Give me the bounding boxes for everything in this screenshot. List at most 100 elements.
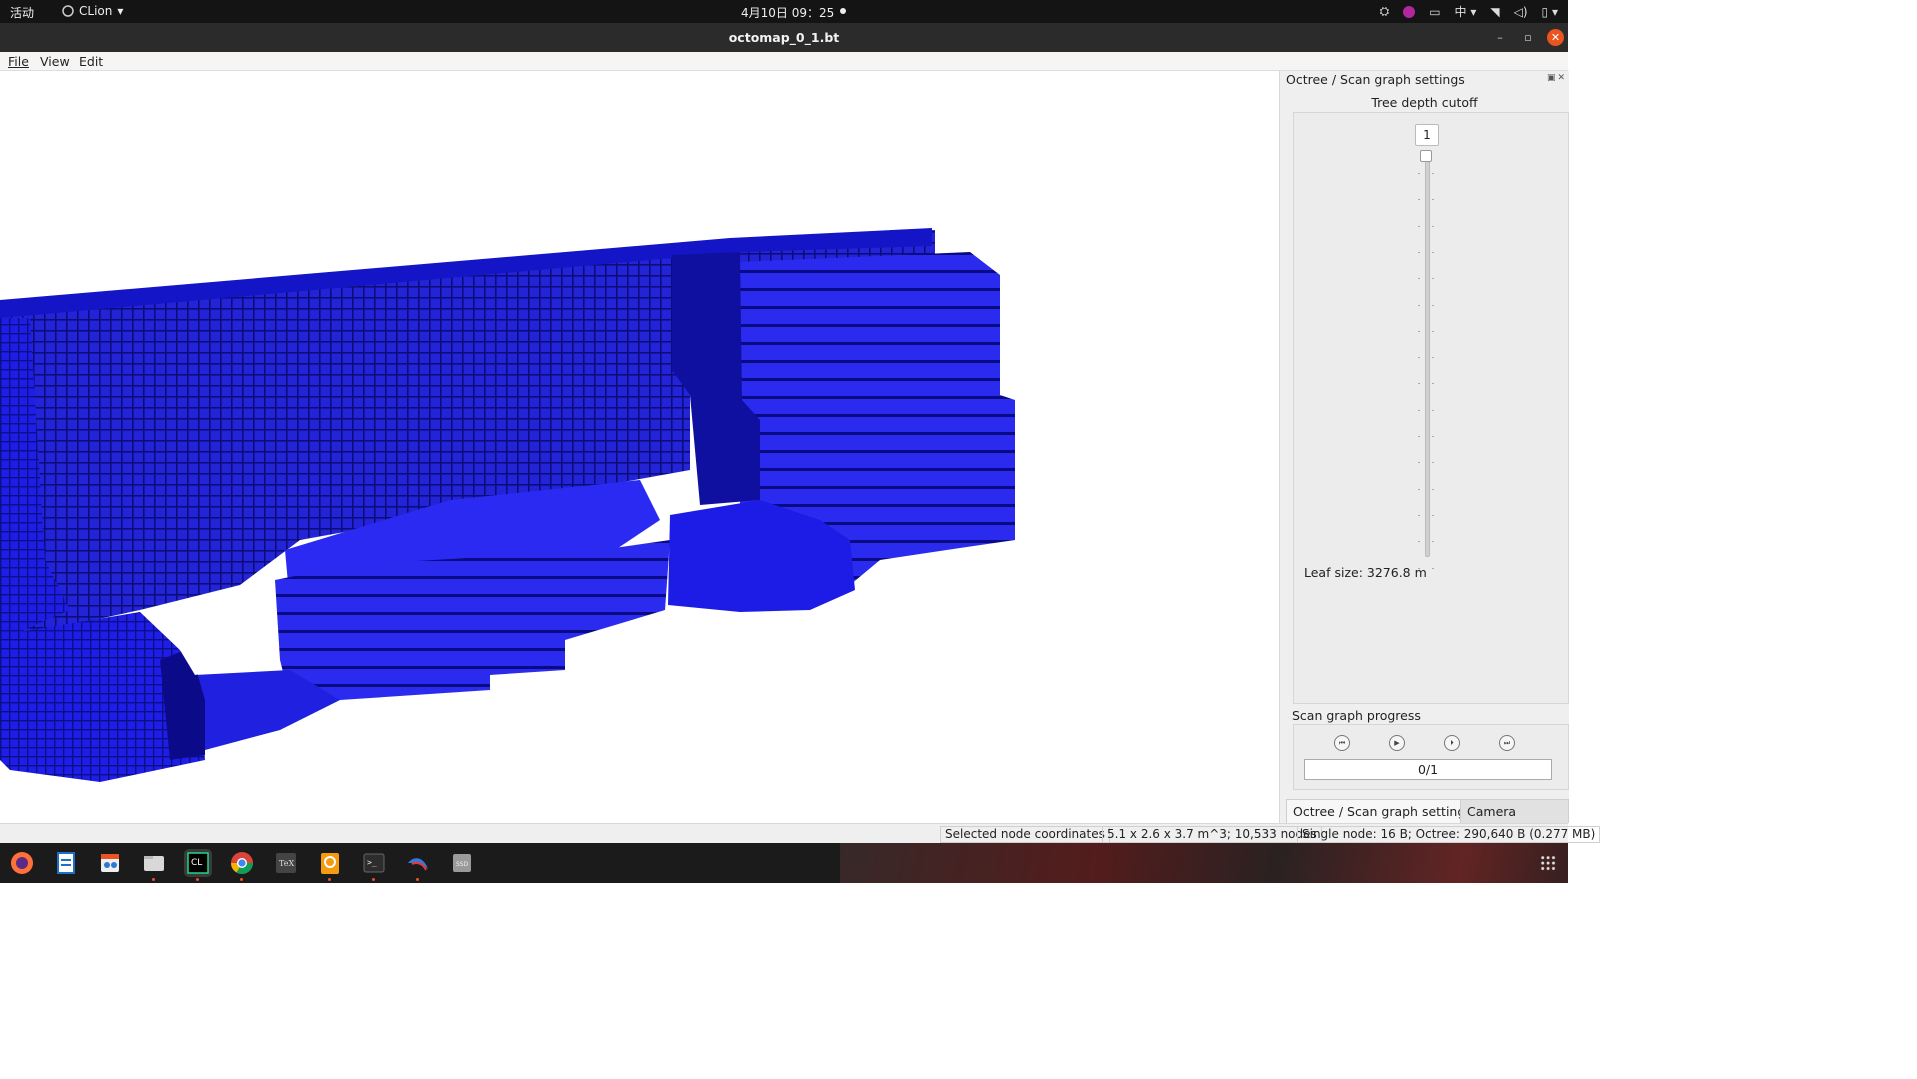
running-indicator [416, 878, 419, 881]
notification-dot [840, 8, 846, 14]
step-forward-icon[interactable]: ⏵ [1444, 735, 1460, 751]
slider-tick [1418, 278, 1420, 280]
system-tray: ⛭ ▭ 中 ▾ ◥ ◁) ▯ ▾ [1380, 3, 1558, 20]
ssd-icon[interactable]: SSD [448, 849, 476, 877]
activities-button[interactable]: 活动 [10, 4, 34, 21]
settings-dock: Octree / Scan graph settings ▣✕ Tree dep… [1279, 71, 1569, 842]
clion-app-icon [62, 5, 74, 17]
app-menu[interactable]: CLion ▾ [62, 4, 123, 18]
slider-tick [1432, 304, 1434, 306]
slider-tick [1432, 541, 1434, 543]
volume-icon[interactable]: ◁) [1514, 5, 1528, 19]
tab-octree-settings[interactable]: Octree / Scan graph settings [1286, 799, 1479, 823]
status-volume-nodes: 5.1 x 2.6 x 3.7 m^3; 10,533 nodes [1102, 826, 1322, 843]
chevron-down-icon: ▾ [117, 4, 124, 18]
slider-tick [1432, 409, 1434, 411]
menu-view[interactable]: View [40, 54, 70, 69]
dragon-icon[interactable] [404, 849, 432, 881]
svg-text:SSD: SSD [456, 861, 469, 868]
play-icon[interactable]: ▶ [1389, 735, 1405, 751]
skip-to-start-icon[interactable]: ⏮ [1334, 735, 1350, 751]
svg-text:>_: >_ [367, 858, 377, 867]
window-title: octomap_0_1.bt [728, 30, 840, 45]
running-indicator [196, 878, 199, 881]
wallpaper-strip [840, 843, 1568, 883]
slider-tick [1432, 567, 1434, 569]
slider-tick [1418, 199, 1420, 201]
svg-text:TeX: TeX [279, 859, 294, 868]
slider-tick [1432, 488, 1434, 490]
slider-tick [1418, 514, 1420, 516]
slider-tick [1418, 462, 1420, 464]
tray-color-icon[interactable] [1403, 5, 1416, 18]
scan-progress-label: Scan graph progress [1292, 708, 1421, 723]
files-icon[interactable] [140, 849, 168, 881]
menu-edit[interactable]: Edit [79, 54, 103, 69]
slider-tick [1432, 278, 1434, 280]
voxel-scene [0, 228, 1015, 782]
slider-tick [1432, 462, 1434, 464]
dock-title: Octree / Scan graph settings [1286, 72, 1465, 87]
svg-text:CL: CL [191, 858, 202, 868]
terminal-icon[interactable]: >_ [360, 849, 388, 881]
scan-progress-group: ⏮ ▶ ⏵ ⏭ 0/1 [1293, 724, 1569, 790]
slider-tick [1418, 251, 1420, 253]
running-indicator [328, 878, 331, 881]
depth-slider-handle[interactable] [1420, 150, 1432, 162]
dock-tabs: Octree / Scan graph settings Camera sett… [1280, 799, 1569, 842]
running-indicator [240, 878, 243, 881]
slider-tick [1418, 330, 1420, 332]
slider-tick [1432, 357, 1434, 359]
depth-spinbox[interactable]: 1 [1415, 124, 1439, 146]
octomap-3d-viewport[interactable] [0, 71, 1278, 823]
dock-float-close-buttons[interactable]: ▣✕ [1547, 73, 1567, 83]
minimize-icon[interactable]: – [1492, 30, 1508, 46]
scan-progress-bar: 0/1 [1304, 759, 1552, 780]
clion-icon[interactable]: CL [184, 849, 212, 881]
show-apps-icon[interactable] [1540, 855, 1556, 871]
leaf-size-label: Leaf size: 3276.8 m [1304, 565, 1427, 580]
tray-app-icon[interactable]: ⛭ [1380, 4, 1390, 19]
slider-tick [1432, 436, 1434, 437]
depth-cutoff-group: 1 Leaf size: 3276.8 m [1293, 112, 1569, 704]
slider-tick [1432, 383, 1434, 385]
slider-tick [1418, 173, 1420, 174]
running-indicator [152, 878, 155, 881]
software-icon[interactable] [96, 849, 124, 877]
status-selected-node: Selected node coordinates [940, 826, 1110, 843]
texmaker-icon[interactable]: TeX [272, 849, 300, 877]
menu-file[interactable]: File [8, 54, 29, 69]
chrome-icon[interactable] [228, 849, 256, 881]
wifi-icon[interactable]: ◥ [1490, 5, 1499, 19]
status-bar: Selected node coordinates 5.1 x 2.6 x 3.… [0, 823, 1601, 844]
taskbar: CL TeX >_ SSD [0, 843, 1568, 883]
depth-slider-track[interactable] [1425, 153, 1430, 557]
maximize-icon[interactable]: ▫ [1520, 30, 1536, 46]
slider-tick [1418, 383, 1420, 385]
slider-tick [1432, 251, 1434, 253]
slider-tick [1432, 225, 1434, 227]
slider-tick [1418, 409, 1420, 411]
slider-tick [1432, 199, 1434, 201]
slider-tick [1418, 488, 1420, 490]
running-indicator [372, 878, 375, 881]
slider-tick [1418, 304, 1420, 306]
firefox-icon[interactable] [8, 849, 36, 877]
battery-icon[interactable]: ▯ ▾ [1542, 5, 1558, 19]
slider-tick [1418, 225, 1420, 227]
tab-camera-settings[interactable]: Camera settings [1460, 799, 1569, 842]
slider-tick [1418, 436, 1420, 437]
system-top-bar: 活动 CLion ▾ 4月10日 09：25 ⛭ ▭ 中 ▾ ◥ ◁) ▯ ▾ [0, 0, 1568, 23]
status-memory: Single node: 16 B; Octree: 290,640 B (0.… [1297, 826, 1601, 843]
window-title-bar[interactable]: octomap_0_1.bt – ▫ ✕ [0, 23, 1568, 52]
skip-to-end-icon[interactable]: ⏭ [1499, 735, 1515, 751]
app-name: CLion [79, 4, 113, 18]
pdf-icon[interactable] [316, 849, 344, 881]
menu-bar: File View Edit [0, 52, 1568, 71]
input-method-indicator[interactable]: 中 ▾ [1455, 3, 1477, 20]
slider-tick [1432, 514, 1434, 516]
writer-icon[interactable] [52, 849, 80, 877]
keyboard-icon[interactable]: ▭ [1429, 5, 1440, 19]
close-icon[interactable]: ✕ [1547, 29, 1564, 46]
clock[interactable]: 4月10日 09：25 [741, 4, 834, 21]
